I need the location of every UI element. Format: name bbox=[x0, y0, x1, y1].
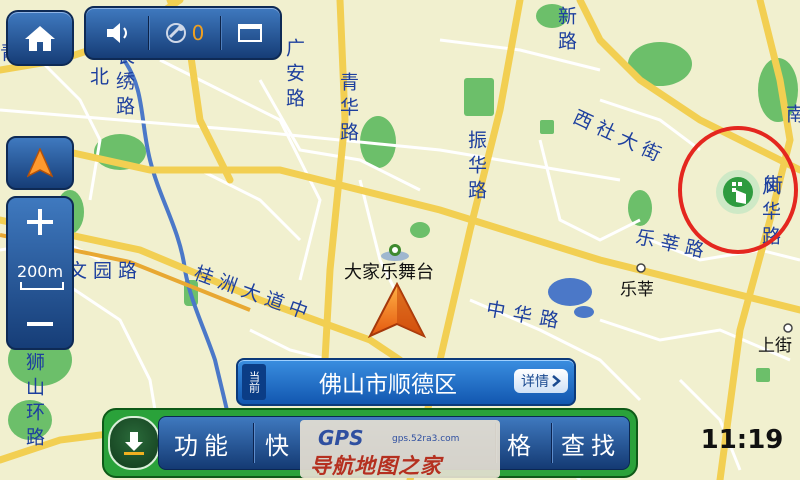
current-tag: 当前 bbox=[242, 364, 266, 400]
current-tag-text: 当前 bbox=[247, 371, 261, 393]
clock: 11:19 bbox=[700, 425, 784, 455]
home-button[interactable] bbox=[6, 10, 74, 66]
satellite-icon bbox=[165, 23, 186, 43]
watermark-url: gps.52ra3.com bbox=[392, 434, 460, 444]
function-button[interactable]: 功能 bbox=[159, 417, 249, 469]
gps-signal-button[interactable]: 0 bbox=[150, 8, 218, 58]
road-label-jie: 街 bbox=[764, 174, 784, 196]
zoom-in-button[interactable] bbox=[8, 198, 72, 246]
screen-icon bbox=[238, 24, 262, 42]
road-label-wenyuan: 文园路 bbox=[68, 260, 144, 282]
road-label-bei: 北 bbox=[90, 66, 110, 88]
minus-icon bbox=[27, 322, 53, 326]
function-label: 功能 bbox=[174, 431, 234, 460]
quick-button[interactable]: 快 bbox=[255, 417, 305, 469]
road-label-zhenhua: 振华路 bbox=[465, 130, 487, 205]
satellite-count: 0 bbox=[191, 21, 205, 45]
search-label: 查找 bbox=[561, 431, 621, 460]
search-button[interactable]: 查找 bbox=[553, 417, 629, 469]
road-label-qinghua: 青华路 bbox=[337, 72, 359, 147]
road-label-xin: 新路 bbox=[555, 6, 577, 56]
volume-button[interactable] bbox=[90, 8, 146, 58]
chevron-right-icon bbox=[552, 375, 561, 387]
watermark-logo: GPS bbox=[318, 426, 364, 450]
price-button[interactable]: 格 bbox=[497, 417, 547, 469]
map-scale-label: 200m bbox=[16, 262, 64, 281]
poi-label-stage: 大家乐舞台 bbox=[344, 262, 434, 283]
zoom-controls: 200m bbox=[6, 196, 74, 350]
road-label-guangan: 广安路 bbox=[283, 38, 305, 113]
poi-label-lexin: 乐莘 bbox=[620, 280, 654, 300]
compass-arrow-icon bbox=[27, 148, 53, 178]
stage-poi-icon[interactable] bbox=[378, 240, 412, 264]
site-watermark: GPS gps.52ra3.com 导航地图之家 bbox=[300, 420, 500, 478]
price-label: 格 bbox=[507, 431, 537, 460]
zoom-out-button[interactable] bbox=[8, 300, 72, 348]
poi-label-shangjie: 上街 bbox=[758, 336, 792, 356]
vehicle-position-arrow-icon bbox=[367, 282, 427, 339]
plus-icon bbox=[27, 209, 53, 235]
status-toolbar: 0 bbox=[84, 6, 282, 60]
screen-mode-button[interactable] bbox=[222, 8, 278, 58]
home-icon bbox=[25, 26, 55, 51]
lexin-poi-icon bbox=[636, 263, 646, 273]
road-label-shishan: 狮山环路 bbox=[23, 352, 45, 452]
current-location-bar: 当前 佛山市顺德区 详情 bbox=[236, 358, 576, 406]
speaker-icon bbox=[107, 23, 127, 43]
shangjie-poi-icon bbox=[783, 323, 793, 333]
details-button[interactable]: 详情 bbox=[514, 369, 568, 393]
quick-label: 快 bbox=[265, 431, 295, 460]
map-scale-bar bbox=[20, 282, 64, 290]
download-icon bbox=[124, 432, 144, 455]
details-label: 详情 bbox=[521, 374, 549, 390]
watermark-title: 导航地图之家 bbox=[310, 454, 442, 478]
map-orientation-button[interactable] bbox=[6, 136, 74, 190]
download-button[interactable] bbox=[108, 416, 160, 470]
current-location-name: 佛山市顺德区 bbox=[319, 372, 457, 398]
